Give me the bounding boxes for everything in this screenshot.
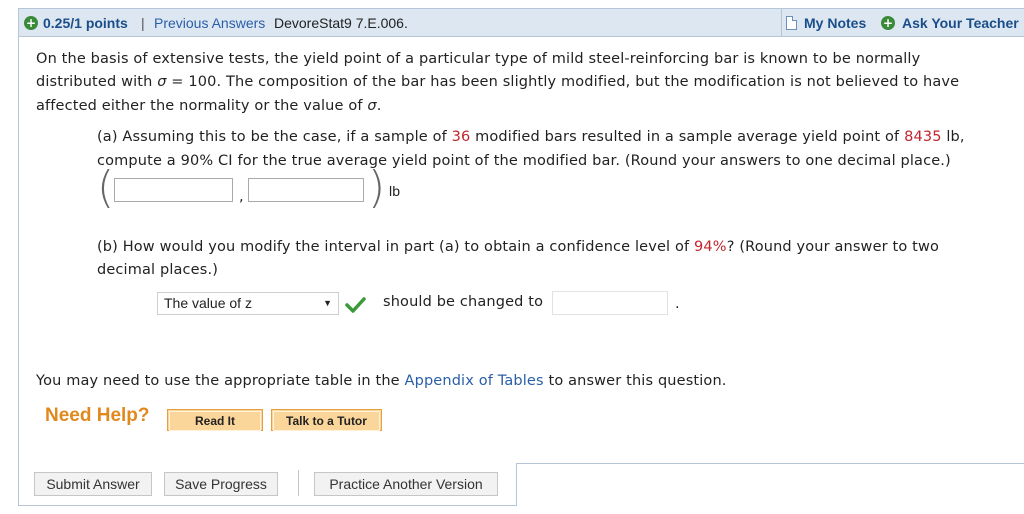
select-value: The value of z	[164, 295, 252, 311]
previous-answers-link[interactable]: Previous Answers	[154, 15, 265, 31]
appendix-line: You may need to use the appropriate tabl…	[36, 373, 727, 389]
z-value-select[interactable]: The value of z ▼	[157, 292, 339, 315]
points-label: 0.25/1 points	[43, 15, 128, 31]
plus-circle-icon[interactable]: +	[881, 16, 895, 30]
intro-line-3: affected either the normality or the val…	[36, 98, 382, 114]
assignment-id: DevoreStat9 7.E.006.	[274, 15, 408, 31]
header-divider	[781, 9, 782, 36]
sigma-symbol: σ	[157, 74, 167, 90]
z-answer-input[interactable]	[552, 291, 668, 315]
header-separator: |	[141, 15, 145, 31]
part-a-line-2: compute a 90% CI for the true average yi…	[97, 153, 951, 169]
part-b-line-2: decimal places.)	[97, 262, 219, 278]
dropdown-arrow-icon: ▼	[323, 298, 332, 308]
part-b-line-1: (b) How would you modify the interval in…	[97, 239, 939, 255]
unit-label: lb	[389, 183, 401, 199]
comma: ,	[239, 189, 244, 205]
intro-line-2: distributed with σ = 100. The compositio…	[36, 74, 960, 90]
open-paren: (	[97, 162, 115, 213]
my-notes-link[interactable]: My Notes	[804, 15, 866, 31]
submit-answer-button[interactable]: Submit Answer	[34, 472, 152, 496]
ask-teacher-link[interactable]: Ask Your Teacher	[902, 15, 1019, 31]
period: .	[675, 296, 680, 312]
question-header: + 0.25/1 points | Previous Answers Devor…	[19, 9, 1024, 37]
close-paren: )	[368, 162, 386, 213]
ci-upper-input[interactable]	[248, 178, 364, 202]
part-a-line-1: (a) Assuming this to be the case, if a s…	[97, 129, 965, 145]
talk-to-tutor-button[interactable]: Talk to a Tutor	[271, 409, 382, 431]
footer-separator	[298, 470, 299, 496]
sample-size-value: 36	[451, 129, 471, 145]
need-help-label: Need Help?	[45, 405, 150, 426]
ci-lower-input[interactable]	[114, 178, 233, 202]
intro-line-1: On the basis of extensive tests, the yie…	[36, 51, 921, 67]
plus-circle-icon[interactable]: +	[24, 16, 38, 30]
appendix-link[interactable]: Appendix of Tables	[405, 373, 544, 389]
practice-another-version-button[interactable]: Practice Another Version	[314, 472, 498, 496]
confidence-level-value: 94%	[694, 239, 727, 255]
checkmark-icon	[345, 297, 366, 313]
should-change-label: should be changed to	[383, 294, 544, 310]
save-progress-button[interactable]: Save Progress	[164, 472, 278, 496]
note-icon[interactable]	[786, 16, 797, 30]
read-it-button[interactable]: Read It	[167, 409, 263, 431]
sample-average-value: 8435	[904, 129, 942, 145]
